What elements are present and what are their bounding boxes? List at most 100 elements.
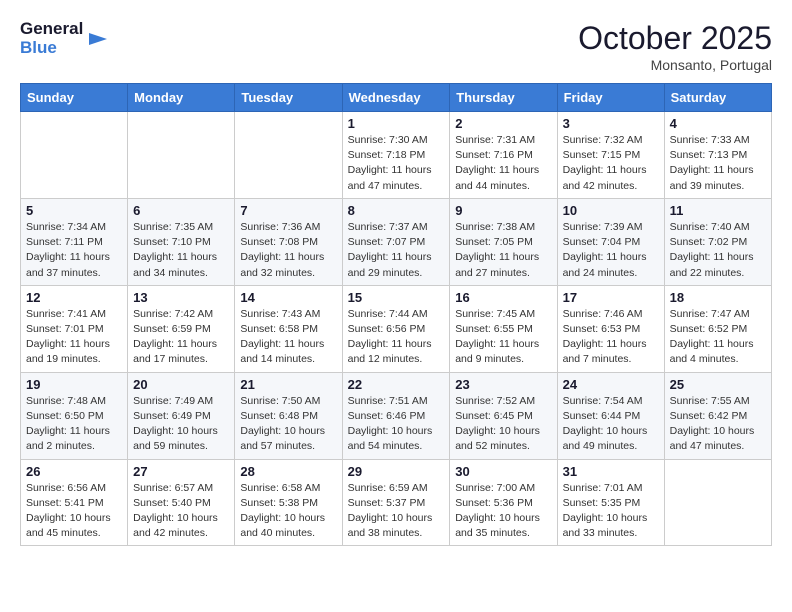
day-number: 10	[563, 203, 659, 218]
day-number: 15	[348, 290, 445, 305]
calendar-cell: 6Sunrise: 7:35 AMSunset: 7:10 PMDaylight…	[128, 198, 235, 285]
calendar-cell: 29 Sunrise: 6:59 AMSunset: 5:37 PMDayligh…	[342, 459, 450, 546]
day-info: Sunrise: 7:42 AMSunset: 6:59 PMDaylight:…	[133, 307, 229, 368]
location-subtitle: Monsanto, Portugal	[578, 57, 772, 73]
page-header: GeneralBlue October 2025 Monsanto, Portu…	[20, 20, 772, 73]
logo: GeneralBlue	[20, 20, 107, 57]
weekday-header-tuesday: Tuesday	[235, 84, 342, 112]
calendar-cell	[664, 459, 771, 546]
day-number: 16	[455, 290, 551, 305]
day-number: 9	[455, 203, 551, 218]
calendar-cell: 20 Sunrise: 7:49 AMSunset: 6:49 PMDayligh…	[128, 372, 235, 459]
day-number: 18	[670, 290, 766, 305]
calendar-cell: 9 Sunrise: 7:38 AMSunset: 7:05 PMDaylight…	[450, 198, 557, 285]
calendar-cell: 21 Sunrise: 7:50 AMSunset: 6:48 PMDayligh…	[235, 372, 342, 459]
day-number: 22	[348, 377, 445, 392]
day-number: 31	[563, 464, 659, 479]
day-info: Sunrise: 7:54 AMSunset: 6:44 PMDaylight:…	[563, 394, 659, 455]
day-info: Sunrise: 7:33 AMSunset: 7:13 PMDaylight:…	[670, 133, 766, 194]
day-info: Sunrise: 7:38 AMSunset: 7:05 PMDaylight:…	[455, 220, 551, 281]
week-row-4: 19 Sunrise: 7:48 AMSunset: 6:50 PMDayligh…	[21, 372, 772, 459]
calendar-cell: 31Sunrise: 7:01 AMSunset: 5:35 PMDayligh…	[557, 459, 664, 546]
day-info: Sunrise: 7:44 AMSunset: 6:56 PMDaylight:…	[348, 307, 445, 368]
day-number: 28	[240, 464, 336, 479]
day-number: 13	[133, 290, 229, 305]
day-info: Sunrise: 7:00 AMSunset: 5:36 PMDaylight:…	[455, 481, 551, 542]
day-info: Sunrise: 7:34 AMSunset: 7:11 PMDaylight:…	[26, 220, 122, 281]
day-number: 26	[26, 464, 122, 479]
calendar-cell: 24 Sunrise: 7:54 AMSunset: 6:44 PMDayligh…	[557, 372, 664, 459]
calendar-cell: 1Sunrise: 7:30 AMSunset: 7:18 PMDaylight…	[342, 112, 450, 199]
calendar-table: SundayMondayTuesdayWednesdayThursdayFrid…	[20, 83, 772, 546]
day-number: 27	[133, 464, 229, 479]
logo-triangle-icon	[89, 25, 107, 53]
day-number: 4	[670, 116, 766, 131]
week-row-2: 5Sunrise: 7:34 AMSunset: 7:11 PMDaylight…	[21, 198, 772, 285]
weekday-header-thursday: Thursday	[450, 84, 557, 112]
day-info: Sunrise: 7:52 AMSunset: 6:45 PMDaylight:…	[455, 394, 551, 455]
day-info: Sunrise: 7:31 AMSunset: 7:16 PMDaylight:…	[455, 133, 551, 194]
day-number: 11	[670, 203, 766, 218]
day-number: 6	[133, 203, 229, 218]
calendar-cell: 4 Sunrise: 7:33 AMSunset: 7:13 PMDaylight…	[664, 112, 771, 199]
day-info: Sunrise: 7:46 AMSunset: 6:53 PMDaylight:…	[563, 307, 659, 368]
calendar-cell: 27 Sunrise: 6:57 AMSunset: 5:40 PMDayligh…	[128, 459, 235, 546]
weekday-header-friday: Friday	[557, 84, 664, 112]
week-row-1: 1Sunrise: 7:30 AMSunset: 7:18 PMDaylight…	[21, 112, 772, 199]
day-number: 7	[240, 203, 336, 218]
day-info: Sunrise: 7:32 AMSunset: 7:15 PMDaylight:…	[563, 133, 659, 194]
calendar-cell: 22 Sunrise: 7:51 AMSunset: 6:46 PMDayligh…	[342, 372, 450, 459]
week-row-5: 26 Sunrise: 6:56 AMSunset: 5:41 PMDayligh…	[21, 459, 772, 546]
day-info: Sunrise: 7:39 AMSunset: 7:04 PMDaylight:…	[563, 220, 659, 281]
day-number: 19	[26, 377, 122, 392]
calendar-cell: 28 Sunrise: 6:58 AMSunset: 5:38 PMDayligh…	[235, 459, 342, 546]
day-info: Sunrise: 7:51 AMSunset: 6:46 PMDaylight:…	[348, 394, 445, 455]
calendar-cell	[21, 112, 128, 199]
day-info: Sunrise: 7:41 AMSunset: 7:01 PMDaylight:…	[26, 307, 122, 368]
day-info: Sunrise: 7:36 AMSunset: 7:08 PMDaylight:…	[240, 220, 336, 281]
calendar-cell: 15 Sunrise: 7:44 AMSunset: 6:56 PMDayligh…	[342, 285, 450, 372]
logo-text: GeneralBlue	[20, 20, 83, 57]
calendar-cell: 8 Sunrise: 7:37 AMSunset: 7:07 PMDaylight…	[342, 198, 450, 285]
day-number: 14	[240, 290, 336, 305]
calendar-cell: 14Sunrise: 7:43 AMSunset: 6:58 PMDayligh…	[235, 285, 342, 372]
day-number: 21	[240, 377, 336, 392]
day-number: 20	[133, 377, 229, 392]
day-info: Sunrise: 7:47 AMSunset: 6:52 PMDaylight:…	[670, 307, 766, 368]
month-title: October 2025	[578, 20, 772, 57]
calendar-cell: 26 Sunrise: 6:56 AMSunset: 5:41 PMDayligh…	[21, 459, 128, 546]
calendar-cell: 5Sunrise: 7:34 AMSunset: 7:11 PMDaylight…	[21, 198, 128, 285]
day-info: Sunrise: 7:49 AMSunset: 6:49 PMDaylight:…	[133, 394, 229, 455]
calendar-cell: 19 Sunrise: 7:48 AMSunset: 6:50 PMDayligh…	[21, 372, 128, 459]
day-info: Sunrise: 6:56 AMSunset: 5:41 PMDaylight:…	[26, 481, 122, 542]
day-info: Sunrise: 6:58 AMSunset: 5:38 PMDaylight:…	[240, 481, 336, 542]
day-info: Sunrise: 7:40 AMSunset: 7:02 PMDaylight:…	[670, 220, 766, 281]
day-number: 3	[563, 116, 659, 131]
day-info: Sunrise: 6:59 AMSunset: 5:37 PMDaylight:…	[348, 481, 445, 542]
day-number: 29	[348, 464, 445, 479]
day-info: Sunrise: 7:55 AMSunset: 6:42 PMDaylight:…	[670, 394, 766, 455]
calendar-cell: 30 Sunrise: 7:00 AMSunset: 5:36 PMDayligh…	[450, 459, 557, 546]
weekday-header-saturday: Saturday	[664, 84, 771, 112]
day-number: 1	[348, 116, 445, 131]
calendar-cell: 11 Sunrise: 7:40 AMSunset: 7:02 PMDayligh…	[664, 198, 771, 285]
day-number: 24	[563, 377, 659, 392]
day-info: Sunrise: 7:48 AMSunset: 6:50 PMDaylight:…	[26, 394, 122, 455]
calendar-cell: 2 Sunrise: 7:31 AMSunset: 7:16 PMDaylight…	[450, 112, 557, 199]
day-number: 23	[455, 377, 551, 392]
calendar-cell	[235, 112, 342, 199]
calendar-cell	[128, 112, 235, 199]
day-info: Sunrise: 7:37 AMSunset: 7:07 PMDaylight:…	[348, 220, 445, 281]
day-number: 8	[348, 203, 445, 218]
day-info: Sunrise: 6:57 AMSunset: 5:40 PMDaylight:…	[133, 481, 229, 542]
calendar-cell: 7 Sunrise: 7:36 AMSunset: 7:08 PMDaylight…	[235, 198, 342, 285]
calendar-cell: 17 Sunrise: 7:46 AMSunset: 6:53 PMDayligh…	[557, 285, 664, 372]
day-number: 25	[670, 377, 766, 392]
day-number: 2	[455, 116, 551, 131]
day-number: 17	[563, 290, 659, 305]
day-info: Sunrise: 7:50 AMSunset: 6:48 PMDaylight:…	[240, 394, 336, 455]
calendar-cell: 12Sunrise: 7:41 AMSunset: 7:01 PMDayligh…	[21, 285, 128, 372]
calendar-cell: 23 Sunrise: 7:52 AMSunset: 6:45 PMDayligh…	[450, 372, 557, 459]
calendar-cell: 3 Sunrise: 7:32 AMSunset: 7:15 PMDaylight…	[557, 112, 664, 199]
day-number: 30	[455, 464, 551, 479]
